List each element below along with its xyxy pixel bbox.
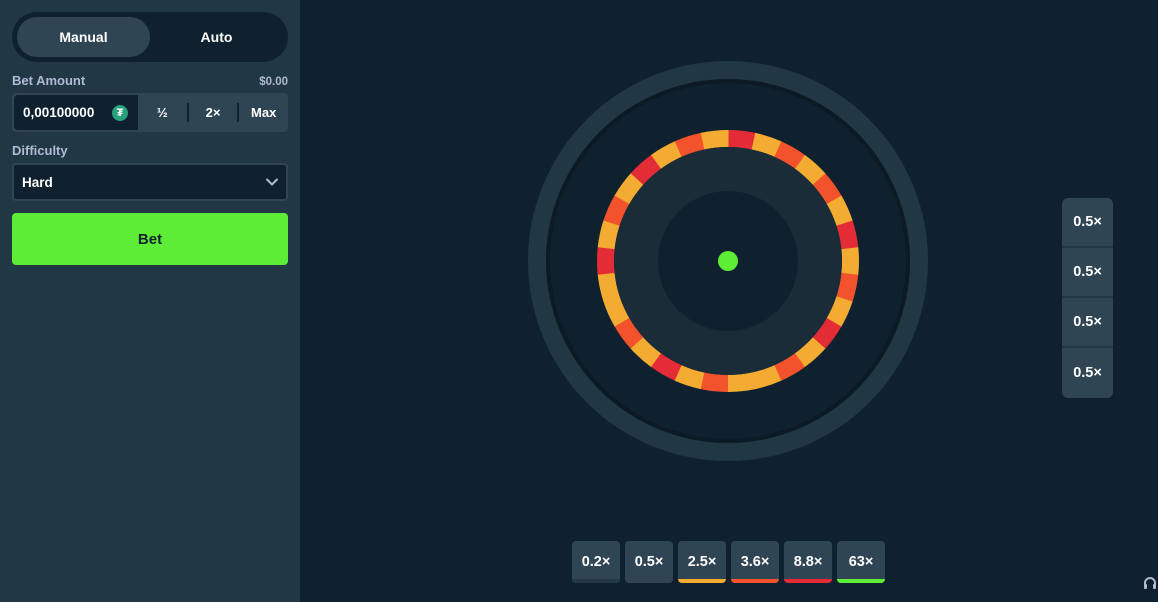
wheel-segment xyxy=(727,372,756,392)
headset-icon[interactable] xyxy=(1142,575,1158,591)
recent-result: 0.5× xyxy=(1073,365,1102,381)
bet-amount-label-row: Bet Amount $0.00 xyxy=(12,73,288,88)
wheel-segment xyxy=(597,246,615,275)
payout-label: 8.8× xyxy=(793,554,823,570)
tether-icon: ₮ xyxy=(112,105,128,121)
wheel-segment xyxy=(700,130,729,150)
bet-amount-input-wrap: ₮ xyxy=(14,95,138,130)
payout-label: 63× xyxy=(848,554,874,570)
half-bet-button[interactable]: ½ xyxy=(138,93,187,132)
recent-result: 0.5× xyxy=(1062,198,1113,248)
payout-label: 2.5× xyxy=(687,554,717,570)
bet-amount-usd: $0.00 xyxy=(259,76,288,88)
wheel-segment xyxy=(841,247,859,276)
tab-auto[interactable]: Auto xyxy=(150,17,283,57)
payout-chip: 3.6× xyxy=(731,541,779,583)
bet-amount-controls: ₮ ½ 2× Max xyxy=(12,93,288,132)
wheel-segment xyxy=(700,372,728,392)
difficulty-label: Difficulty xyxy=(12,143,68,158)
max-bet-button[interactable]: Max xyxy=(239,93,288,132)
game-area: 0.5× 0.5× 0.5× 0.5× 0.2× 0.5× 2.5× 3.6× xyxy=(300,0,1158,602)
payout-chip: 0.2× xyxy=(572,541,620,583)
bet-amount-input[interactable] xyxy=(21,104,105,121)
payout-color-bar xyxy=(784,579,832,583)
sidebar: Manual Auto Bet Amount $0.00 ₮ ½ 2× Max … xyxy=(0,0,300,602)
payout-label: 0.5× xyxy=(634,554,664,570)
app: Manual Auto Bet Amount $0.00 ₮ ½ 2× Max … xyxy=(0,0,1158,602)
payout-label: 3.6× xyxy=(740,554,770,570)
payout-table: 0.2× 0.5× 2.5× 3.6× 8.8× 63× xyxy=(572,541,885,583)
wheel-center-pointer xyxy=(718,251,738,271)
payout-color-bar xyxy=(731,579,779,583)
payout-label: 0.2× xyxy=(581,554,611,570)
wheel-segment xyxy=(728,130,756,150)
payout-color-bar xyxy=(625,579,673,583)
tab-manual[interactable]: Manual xyxy=(17,17,150,57)
recent-results: 0.5× 0.5× 0.5× 0.5× xyxy=(1062,198,1113,398)
payout-chip: 0.5× xyxy=(625,541,673,583)
payout-color-bar xyxy=(572,579,620,583)
chevron-down-icon xyxy=(266,178,278,186)
bet-amount-label: Bet Amount xyxy=(12,73,86,88)
difficulty-select[interactable]: Hard xyxy=(12,163,288,201)
recent-result: 0.5× xyxy=(1062,248,1113,298)
mode-toggle: Manual Auto xyxy=(12,12,288,62)
payout-chip: 8.8× xyxy=(784,541,832,583)
difficulty-value: Hard xyxy=(22,174,53,190)
payout-chip: 63× xyxy=(837,541,885,583)
difficulty-label-row: Difficulty xyxy=(12,143,288,158)
payout-color-bar xyxy=(837,579,885,583)
bet-button[interactable]: Bet xyxy=(12,213,288,265)
wheel xyxy=(528,61,928,461)
recent-result: 0.5× xyxy=(1062,298,1113,348)
payout-chip: 2.5× xyxy=(678,541,726,583)
double-bet-button[interactable]: 2× xyxy=(189,93,238,132)
payout-color-bar xyxy=(678,579,726,583)
